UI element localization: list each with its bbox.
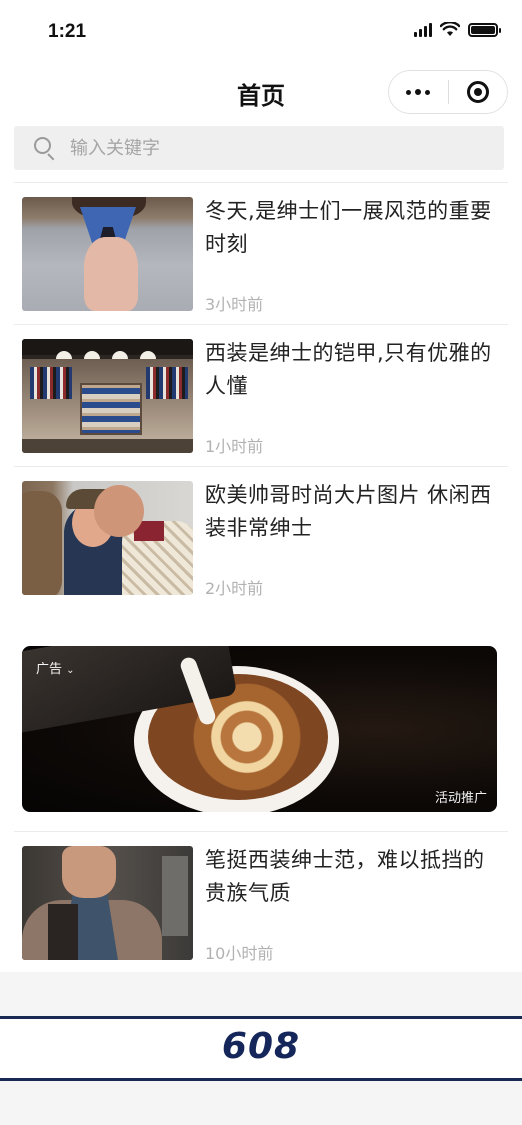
- news-thumbnail: [22, 339, 193, 453]
- list-item[interactable]: 笔挺西装绅士范，难以抵挡的贵族气质 10小时前: [0, 832, 522, 973]
- overlay-line-top: [0, 1016, 522, 1019]
- status-bar: 1:21: [0, 0, 522, 62]
- news-time: 3小时前: [205, 295, 264, 314]
- status-time: 1:21: [48, 21, 87, 42]
- news-title: 欧美帅哥时尚大片图片 休闲西装非常绅士: [205, 483, 492, 540]
- list-item[interactable]: 冬天,是绅士们一展风范的重要时刻 3小时前: [0, 183, 522, 324]
- news-time: 10小时前: [205, 944, 274, 963]
- news-title: 西装是绅士的铠甲,只有优雅的人懂: [205, 341, 492, 398]
- nav-bar: 首页: [0, 62, 522, 120]
- news-time: 1小时前: [205, 437, 264, 456]
- mini-program-capsule: [388, 70, 508, 114]
- ad-tag: 活动推广: [434, 791, 487, 806]
- ad-label[interactable]: 广告 ⌄: [36, 658, 75, 677]
- ad-label-text: 广告: [36, 662, 63, 677]
- signal-icon: [414, 22, 432, 37]
- chevron-down-icon: ⌄: [66, 665, 75, 676]
- battery-icon: [468, 22, 501, 37]
- news-time: 2小时前: [205, 579, 264, 598]
- overlay-line-bottom: [0, 1078, 522, 1081]
- list-item[interactable]: 西装是绅士的铠甲,只有优雅的人懂 1小时前: [0, 325, 522, 466]
- news-thumbnail: [22, 481, 193, 595]
- search-icon: [34, 137, 56, 161]
- news-title: 笔挺西装绅士范，难以抵挡的贵族气质: [205, 848, 485, 905]
- news-thumbnail: [22, 197, 193, 311]
- wifi-icon: [440, 22, 460, 36]
- search-input[interactable]: [70, 137, 450, 159]
- ad-banner[interactable]: 广告 ⌄ 活动推广: [22, 646, 497, 812]
- close-target-icon[interactable]: [448, 71, 507, 113]
- ad-block: 广告 ⌄ 活动推广: [0, 608, 522, 831]
- search-bar[interactable]: [14, 126, 504, 170]
- news-feed: 冬天,是绅士们一展风范的重要时刻 3小时前 西装是绅士的铠甲,只有优雅的人懂 1…: [0, 182, 522, 973]
- list-item[interactable]: 欧美帅哥时尚大片图片 休闲西装非常绅士 2小时前: [0, 467, 522, 608]
- status-icons: [414, 22, 501, 37]
- more-icon[interactable]: [389, 71, 448, 113]
- overlay-number: 608: [221, 1026, 301, 1067]
- news-thumbnail: [22, 846, 193, 960]
- news-title: 冬天,是绅士们一展风范的重要时刻: [205, 199, 492, 256]
